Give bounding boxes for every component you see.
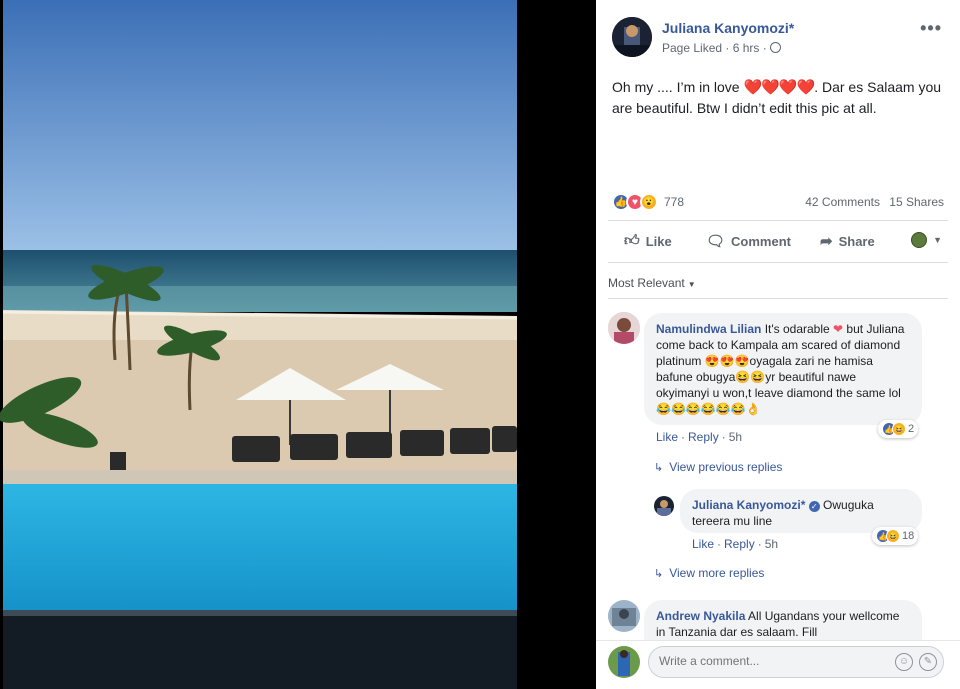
divider xyxy=(608,220,948,221)
post-reactions[interactable]: 👍 ♥ 😮 778 xyxy=(612,193,684,211)
commenter-avatar[interactable] xyxy=(608,600,640,632)
share-button[interactable]: ➦ Share xyxy=(820,232,875,250)
haha-reaction-icon: 😆 xyxy=(892,422,906,436)
my-avatar xyxy=(608,646,640,678)
comment-like-link[interactable]: Like xyxy=(656,430,678,444)
commenter-name[interactable]: Namulindwa Lilian xyxy=(656,322,761,336)
post-meta: Page Liked · 6 hrs · xyxy=(662,41,781,55)
haha-reaction-icon: 😆 xyxy=(886,529,900,543)
laughing-emoji: 😆😆 xyxy=(735,370,766,384)
reply-reaction-count: 18 xyxy=(902,530,915,542)
comment-reactions[interactable]: 👍 😆 2 xyxy=(878,420,919,438)
post-actions: 👍︎ Like 🗨︎ Comment ➦ Share ▼ xyxy=(608,232,948,252)
hearts-emoji: ❤️❤️❤️❤️ xyxy=(743,79,815,96)
post-text-start: Oh my .... I’m in love xyxy=(612,79,744,95)
post-text: Oh my .... I’m in love ❤️❤️❤️❤️. Dar es … xyxy=(612,77,948,118)
post-photo[interactable] xyxy=(0,0,596,689)
share-arrow-icon: ➦ xyxy=(820,233,833,250)
commenter-name[interactable]: Andrew Nyakila xyxy=(656,609,745,623)
reaction-count[interactable]: 778 xyxy=(664,195,684,209)
reply-reactions[interactable]: 👍 😆 18 xyxy=(872,527,919,545)
comment-button[interactable]: 🗨︎ Comment xyxy=(706,232,791,250)
sort-label: Most Relevant xyxy=(608,276,685,290)
comment-label: Comment xyxy=(731,233,791,249)
comment-bubble: Andrew Nyakila All Ugandans your wellcom… xyxy=(644,600,922,640)
comment-bubble: Namulindwa Lilian It's odarable ❤ but Ju… xyxy=(644,313,922,425)
reply-like-link[interactable]: Like xyxy=(692,537,714,551)
reply-author-avatar-image xyxy=(654,496,674,516)
emoji-icon[interactable]: ☺ xyxy=(895,653,913,671)
post-meta-text: Page Liked · 6 hrs · xyxy=(662,41,767,55)
comment-box[interactable]: ☺ ✎ xyxy=(648,646,944,678)
view-previous-label: View previous replies xyxy=(669,460,783,474)
comment-time[interactable]: 5h xyxy=(729,430,742,444)
globe-icon[interactable] xyxy=(769,42,781,53)
commenter-avatar-image xyxy=(608,600,640,632)
reply-reply-link[interactable]: Reply xyxy=(724,537,755,551)
commenter-avatar[interactable] xyxy=(608,312,640,344)
share-label: Share xyxy=(838,233,875,249)
reply-actions: Like · Reply · 5h xyxy=(692,537,779,551)
profile-chooser[interactable]: ▼ xyxy=(911,232,942,248)
profile-mini-avatar xyxy=(911,232,928,248)
tears-of-joy-emoji: 😂😂😂😂😂😂👌 xyxy=(656,402,761,416)
reply-author-name[interactable]: Juliana Kanyomozi* xyxy=(692,498,805,512)
reply-author-avatar[interactable] xyxy=(654,496,674,516)
comment-reply-link[interactable]: Reply xyxy=(688,430,719,444)
heart-eyes-emoji: 😍😍😍 xyxy=(704,354,750,368)
my-avatar-image xyxy=(608,646,640,678)
author-avatar-image xyxy=(612,17,652,57)
author-avatar[interactable] xyxy=(612,17,652,57)
comment-input[interactable] xyxy=(659,654,889,668)
post-side-panel: Juliana Kanyomozi* Page Liked · 6 hrs · … xyxy=(596,0,960,689)
view-previous-replies[interactable]: ↳ View previous replies xyxy=(654,460,782,474)
sticker-icon[interactable]: ✎ xyxy=(919,653,937,671)
divider xyxy=(608,298,948,299)
wow-reaction-icon: 😮 xyxy=(640,193,658,211)
sort-dropdown[interactable]: Most Relevant ▼ xyxy=(608,276,696,290)
beach-photo-image xyxy=(0,0,596,689)
comment-reaction-count: 2 xyxy=(908,423,915,435)
shares-count[interactable]: 15 Shares xyxy=(889,195,944,209)
reply-time[interactable]: 5h xyxy=(765,537,778,551)
comment-text: It's odarable xyxy=(761,322,834,336)
post-author-name[interactable]: Juliana Kanyomozi* xyxy=(662,20,794,36)
like-button[interactable]: 👍︎ Like xyxy=(624,232,672,250)
thumbs-up-icon: 👍︎ xyxy=(624,232,640,249)
more-options-icon[interactable]: ••• xyxy=(920,18,942,39)
view-more-label: View more replies xyxy=(669,566,765,580)
reply-arrow-icon: ↳ xyxy=(654,462,664,474)
chevron-down-icon: ▼ xyxy=(933,235,942,245)
commenter-avatar-image xyxy=(608,312,640,344)
chevron-down-icon: ▼ xyxy=(687,280,696,289)
comments-shares: 42 Comments 15 Shares xyxy=(799,195,944,209)
divider xyxy=(608,262,948,263)
like-label: Like xyxy=(645,233,672,249)
comment-actions: Like · Reply · 5h xyxy=(656,430,743,444)
reply-arrow-icon: ↳ xyxy=(654,568,664,580)
view-more-replies[interactable]: ↳ View more replies xyxy=(654,566,764,580)
heart-emoji: ❤ xyxy=(833,322,844,336)
verified-badge-icon: ✓ xyxy=(808,501,820,512)
comments-count[interactable]: 42 Comments xyxy=(805,195,880,209)
speech-bubble-icon: 🗨︎ xyxy=(706,233,726,250)
divider xyxy=(596,640,960,641)
